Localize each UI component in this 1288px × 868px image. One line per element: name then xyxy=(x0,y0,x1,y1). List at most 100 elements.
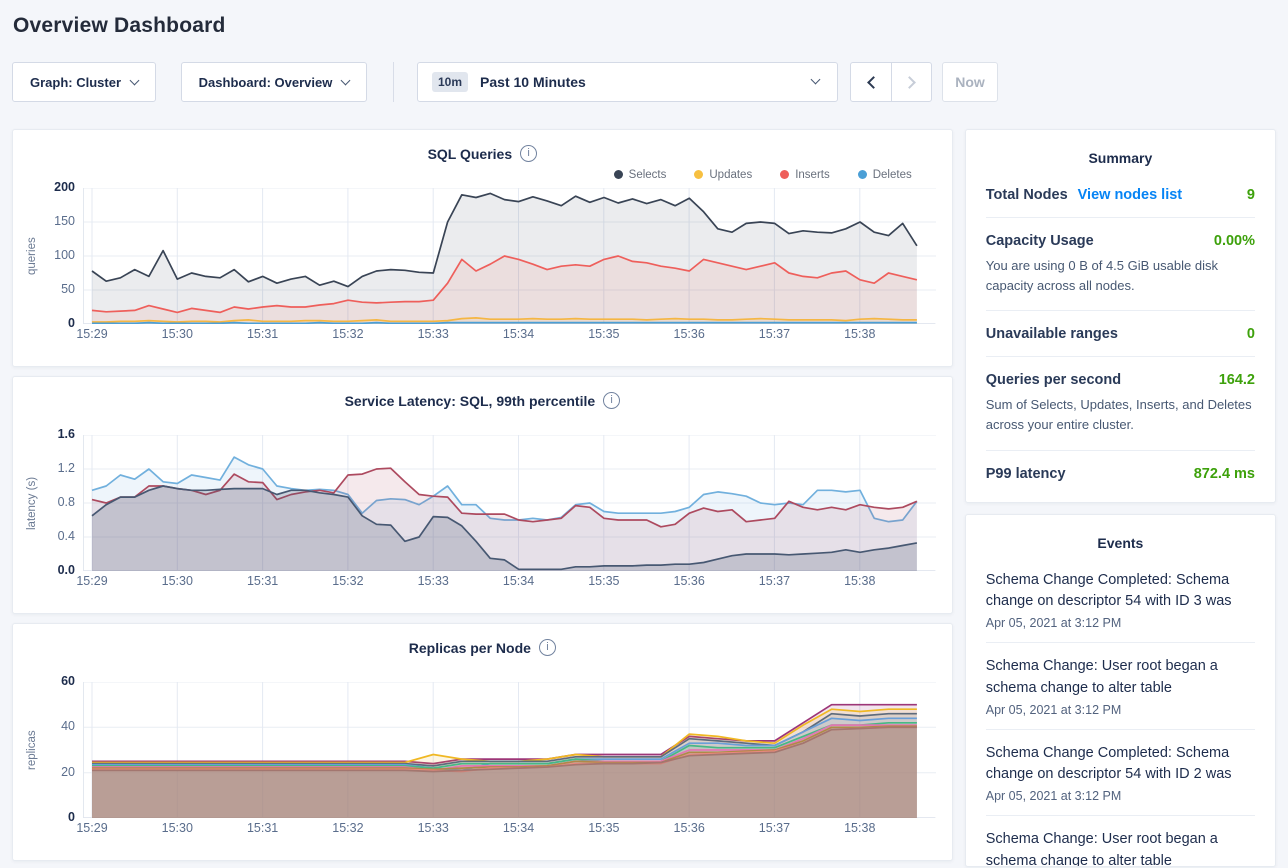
y-tick-label: 50 xyxy=(61,282,75,296)
y-tick-label: 1.6 xyxy=(58,427,75,441)
dashboard-controls: Graph: Cluster Dashboard: Overview 10m P… xyxy=(12,62,1276,102)
legend-label: Deletes xyxy=(873,169,912,181)
event-item: Schema Change Completed: Schema change o… xyxy=(986,557,1255,644)
y-tick-label: 100 xyxy=(54,248,75,262)
chevron-down-icon xyxy=(130,75,140,85)
event-item: Schema Change Completed: Schema change o… xyxy=(986,730,1255,817)
x-tick-label: 15:29 xyxy=(76,327,107,341)
chevron-right-icon xyxy=(903,76,916,89)
legend-label: Selects xyxy=(629,169,667,181)
time-range-dropdown[interactable]: 10m Past 10 Minutes xyxy=(417,62,838,102)
event-message: Schema Change Completed: Schema change o… xyxy=(986,743,1255,787)
y-tick-label: 0.0 xyxy=(58,563,75,577)
events-list: Schema Change Completed: Schema change o… xyxy=(986,557,1255,867)
y-tick-label: 150 xyxy=(54,214,75,228)
graph-scope-dropdown[interactable]: Graph: Cluster xyxy=(12,62,156,102)
summary-label: Total Nodes xyxy=(986,187,1068,203)
y-tick-label: 20 xyxy=(61,765,75,779)
chevron-down-icon xyxy=(341,75,351,85)
legend-dot-icon xyxy=(694,170,703,179)
y-tick-label: 40 xyxy=(61,719,75,733)
chart-title: Replicas per Node xyxy=(409,640,531,656)
chart-title: Service Latency: SQL, 99th percentile xyxy=(345,393,596,409)
time-range-badge: 10m xyxy=(432,72,468,92)
legend-item-updates: Updates xyxy=(694,169,752,181)
chart-card-service-latency: Service Latency: SQL, 99th percentile i … xyxy=(12,376,953,614)
x-axis-ticks: 15:2915:3015:3115:3215:3315:3415:3515:36… xyxy=(84,574,936,592)
chart-legend xyxy=(13,409,952,434)
x-tick-label: 15:38 xyxy=(844,574,875,588)
legend-item-deletes: Deletes xyxy=(858,169,912,181)
x-tick-label: 15:30 xyxy=(162,574,193,588)
x-tick-label: 15:33 xyxy=(418,821,449,835)
y-tick-label: 0.4 xyxy=(58,529,75,543)
y-tick-label: 0.8 xyxy=(58,495,75,509)
now-button[interactable]: Now xyxy=(942,62,998,102)
info-icon[interactable]: i xyxy=(520,145,537,162)
summary-description: You are using 0 B of 4.5 GiB usable disk… xyxy=(986,256,1255,296)
summary-value: 0.00% xyxy=(1214,233,1255,249)
summary-label: P99 latency xyxy=(986,466,1066,482)
time-back-button[interactable] xyxy=(851,63,891,101)
x-tick-label: 15:32 xyxy=(332,327,363,341)
y-axis-ticks: 0204060 xyxy=(41,682,83,818)
x-tick-label: 15:29 xyxy=(76,821,107,835)
dashboard-select-label: Dashboard: Overview xyxy=(199,75,333,90)
chevron-down-icon xyxy=(811,75,821,85)
summary-description: Sum of Selects, Updates, Inserts, and De… xyxy=(986,395,1255,435)
event-item: Schema Change: User root began a schema … xyxy=(986,816,1255,867)
summary-panel: Summary Total NodesView nodes list9Capac… xyxy=(965,129,1276,503)
x-axis-ticks: 15:2915:3015:3115:3215:3315:3415:3515:36… xyxy=(84,327,936,345)
x-tick-label: 15:37 xyxy=(759,574,790,588)
x-tick-label: 15:37 xyxy=(759,327,790,341)
summary-label: Unavailable ranges xyxy=(986,326,1118,342)
summary-label: Queries per second xyxy=(986,372,1121,388)
event-item: Schema Change: User root began a schema … xyxy=(986,643,1255,730)
replicas-per-node-plot[interactable]: 15:2915:3015:3115:3215:3315:3415:3515:36… xyxy=(83,682,935,818)
summary-value: 164.2 xyxy=(1219,372,1255,388)
view-nodes-list-link[interactable]: View nodes list xyxy=(1078,187,1183,203)
chart-legend: Selects Updates Inserts Deletes xyxy=(13,162,952,187)
time-pager xyxy=(850,62,932,102)
time-forward-button[interactable] xyxy=(891,63,931,101)
legend-dot-icon xyxy=(614,170,623,179)
info-icon[interactable]: i xyxy=(539,639,556,656)
y-axis-label: queries xyxy=(23,188,41,324)
y-axis-ticks: 050100150200 xyxy=(41,188,83,324)
chart-card-sql-queries: SQL Queries i SelectsUpdatesInsertsDelet… xyxy=(12,129,953,367)
summary-value: 0 xyxy=(1247,326,1255,342)
x-tick-label: 15:34 xyxy=(503,327,534,341)
chart-card-replicas-per-node: Replicas per Node i replicas 0204060 15:… xyxy=(12,623,953,861)
summary-row: P99 latency 872.4 ms xyxy=(986,451,1255,496)
service-latency-plot[interactable]: 15:2915:3015:3115:3215:3315:3415:3515:36… xyxy=(83,435,935,571)
x-tick-label: 15:38 xyxy=(844,821,875,835)
x-tick-label: 15:34 xyxy=(503,821,534,835)
side-column: Summary Total NodesView nodes list9Capac… xyxy=(965,129,1276,867)
summary-row: Total NodesView nodes list9 xyxy=(986,172,1255,218)
x-axis-ticks: 15:2915:3015:3115:3215:3315:3415:3515:36… xyxy=(84,821,936,839)
legend-label: Inserts xyxy=(795,169,830,181)
x-tick-label: 15:36 xyxy=(674,821,705,835)
summary-row: Capacity Usage0.00%You are using 0 B of … xyxy=(986,218,1255,311)
x-tick-label: 15:33 xyxy=(418,574,449,588)
chart-legend xyxy=(13,656,952,681)
summary-row: Queries per second 164.2 Sum of Selects, U… xyxy=(986,357,1255,450)
event-timestamp: Apr 05, 2021 at 3:12 PM xyxy=(986,703,1255,717)
summary-value: 872.4 ms xyxy=(1194,466,1255,482)
event-message: Schema Change: User root began a schema … xyxy=(986,829,1255,867)
graph-scope-label: Graph: Cluster xyxy=(30,75,121,90)
event-message: Schema Change Completed: Schema change o… xyxy=(986,570,1255,614)
event-timestamp: Apr 05, 2021 at 3:12 PM xyxy=(986,616,1255,630)
x-tick-label: 15:29 xyxy=(76,574,107,588)
x-tick-label: 15:31 xyxy=(247,574,278,588)
y-tick-label: 0 xyxy=(68,810,75,824)
info-icon[interactable]: i xyxy=(603,392,620,409)
y-axis-ticks: 0.00.40.81.21.6 xyxy=(41,435,83,571)
x-tick-label: 15:35 xyxy=(588,327,619,341)
dashboard-select-dropdown[interactable]: Dashboard: Overview xyxy=(181,62,367,102)
x-tick-label: 15:35 xyxy=(588,821,619,835)
x-tick-label: 15:33 xyxy=(418,327,449,341)
y-tick-label: 0 xyxy=(68,316,75,330)
event-message: Schema Change: User root began a schema … xyxy=(986,656,1255,700)
sql-queries-plot[interactable]: 15:2915:3015:3115:3215:3315:3415:3515:36… xyxy=(83,188,935,324)
